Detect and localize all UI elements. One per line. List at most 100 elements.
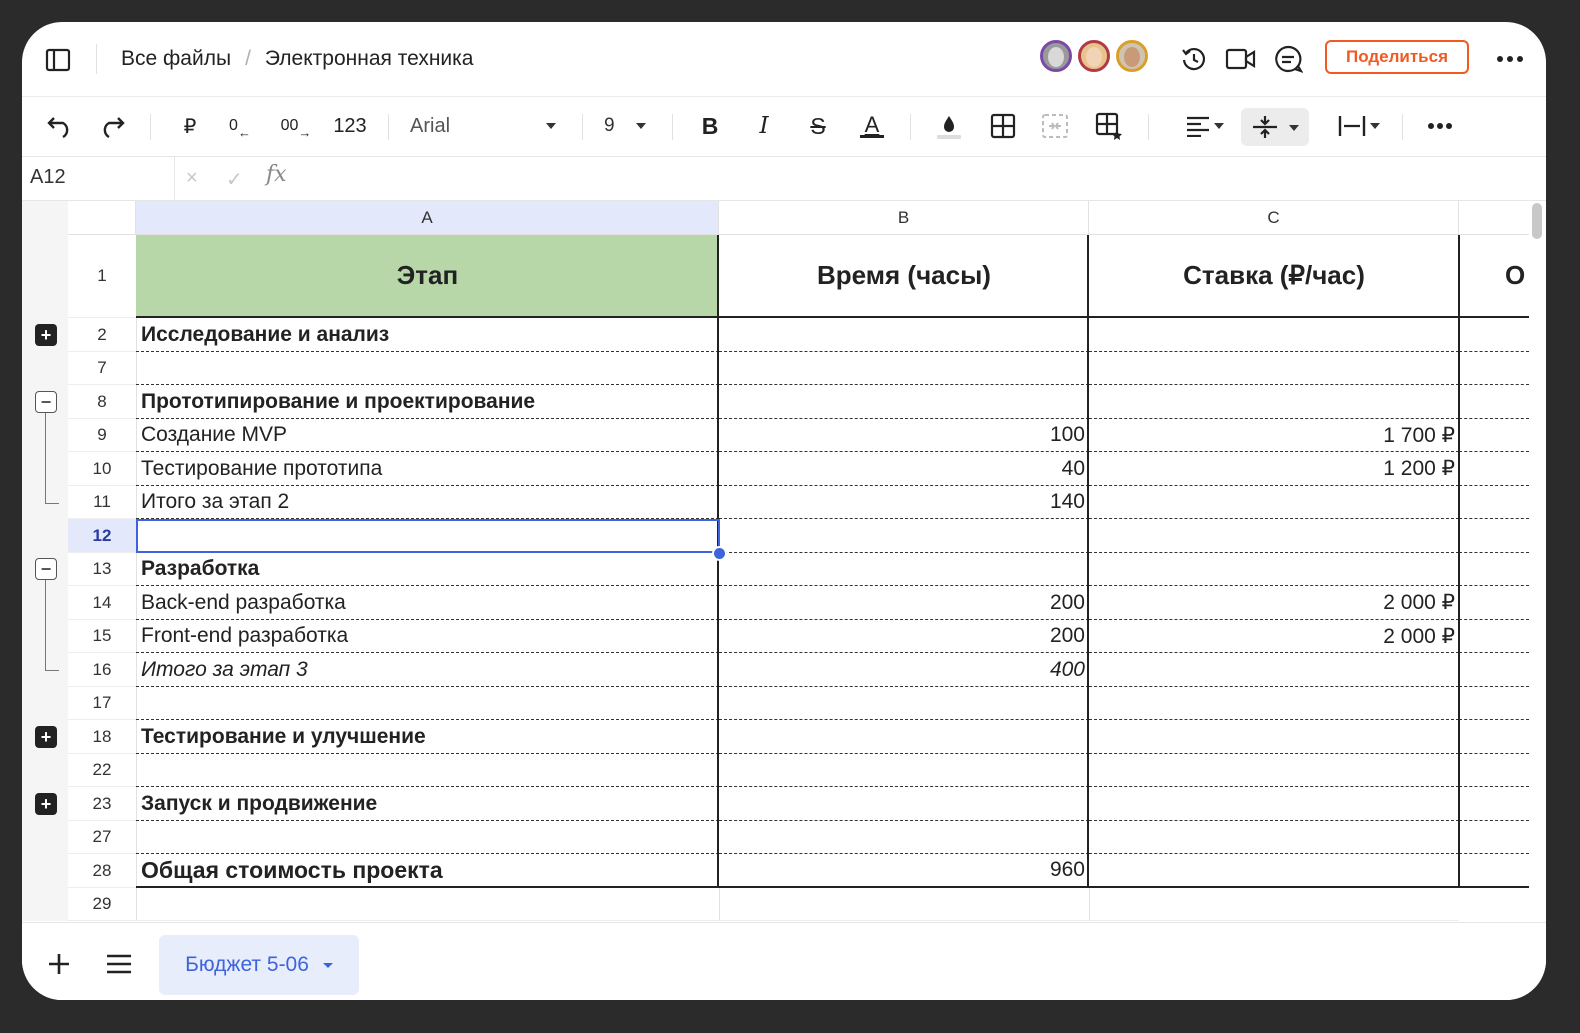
cell[interactable]: Итого за этап 3 (136, 653, 719, 687)
vertical-scrollbar[interactable] (1530, 201, 1544, 241)
cell[interactable] (1459, 754, 1529, 787)
borders-icon[interactable] (986, 110, 1020, 142)
cell[interactable]: Тестирование прототипа (136, 452, 719, 486)
cell[interactable] (719, 385, 1089, 419)
cell[interactable] (136, 352, 719, 385)
cell[interactable] (719, 519, 1089, 553)
cell[interactable] (136, 821, 719, 854)
cell[interactable] (1459, 352, 1529, 385)
cell[interactable]: Общая стоимость проекта (136, 854, 719, 888)
collapse-group-icon[interactable]: − (35, 391, 57, 413)
avatar[interactable] (1116, 40, 1148, 72)
cell[interactable] (719, 888, 1089, 921)
cell[interactable]: 100 (719, 419, 1089, 452)
cell[interactable] (1459, 720, 1529, 754)
cell[interactable] (136, 888, 719, 921)
cell[interactable] (1089, 318, 1459, 352)
cell[interactable] (1089, 352, 1459, 385)
cell[interactable] (1459, 486, 1529, 519)
breadcrumb-current[interactable]: Электронная техника (265, 47, 474, 71)
bold-button[interactable]: B (694, 110, 726, 142)
row-header[interactable]: 14 (68, 586, 136, 620)
fill-handle[interactable] (712, 546, 727, 561)
add-sheet-icon[interactable] (44, 949, 74, 979)
cell[interactable] (1459, 452, 1529, 486)
fill-color-icon[interactable] (932, 110, 966, 142)
collapse-group-icon[interactable]: − (35, 558, 57, 580)
cell[interactable] (1459, 385, 1529, 419)
row-header[interactable]: 1 (68, 235, 136, 318)
cell[interactable]: 200 (719, 620, 1089, 653)
cell[interactable] (1089, 653, 1459, 687)
column-header-b[interactable]: B (719, 201, 1089, 235)
row-header[interactable]: 13 (68, 553, 136, 586)
expand-group-icon[interactable]: + (35, 726, 57, 748)
cell[interactable] (719, 318, 1089, 352)
redo-icon[interactable] (94, 110, 130, 142)
cell[interactable] (1459, 854, 1529, 888)
italic-button[interactable]: I (748, 110, 780, 142)
cell[interactable] (1089, 754, 1459, 787)
cell[interactable] (1459, 687, 1529, 720)
row-header[interactable]: 29 (68, 888, 136, 921)
cell[interactable] (1089, 720, 1459, 754)
cell[interactable]: Этап (136, 235, 719, 318)
cell[interactable]: Прототипирование и проектирование (136, 385, 719, 419)
row-header[interactable]: 17 (68, 687, 136, 720)
vertical-align-button[interactable] (1241, 108, 1309, 146)
cell[interactable] (719, 553, 1089, 586)
font-size-select[interactable]: 9 (604, 110, 654, 142)
cell[interactable]: 960 (719, 854, 1089, 888)
cell[interactable] (719, 821, 1089, 854)
cell[interactable] (1459, 653, 1529, 687)
cell[interactable] (1459, 787, 1529, 821)
cell[interactable]: Исследование и анализ (136, 318, 719, 352)
column-header-c[interactable]: C (1089, 201, 1459, 235)
share-button[interactable]: Поделиться (1325, 40, 1469, 74)
cell[interactable]: Front-end разработка (136, 620, 719, 653)
more-menu-icon[interactable] (1492, 44, 1528, 74)
chevron-down-icon[interactable] (322, 962, 333, 968)
row-header[interactable]: 11 (68, 486, 136, 519)
cell[interactable] (1459, 318, 1529, 352)
font-family-select[interactable]: Arial (410, 110, 560, 142)
avatar[interactable] (1040, 40, 1072, 72)
confirm-edit-icon[interactable]: ✓ (226, 167, 243, 192)
row-header[interactable]: 8 (68, 385, 136, 419)
video-call-icon[interactable] (1223, 42, 1259, 76)
cell[interactable]: 400 (719, 653, 1089, 687)
cell[interactable] (1089, 888, 1459, 921)
avatar[interactable] (1078, 40, 1110, 72)
cell[interactable] (1089, 787, 1459, 821)
cell[interactable] (1459, 586, 1529, 620)
column-header-a[interactable]: A (136, 201, 719, 235)
cell[interactable] (719, 352, 1089, 385)
function-icon[interactable]: fx (266, 162, 287, 187)
sidebar-toggle-icon[interactable] (42, 44, 74, 76)
cell[interactable] (1089, 821, 1459, 854)
cell[interactable] (719, 754, 1089, 787)
cell[interactable]: 2 000 ₽ (1089, 586, 1459, 620)
text-color-button[interactable]: A (856, 110, 888, 142)
sheet-list-icon[interactable] (104, 949, 134, 979)
cell[interactable] (1089, 854, 1459, 888)
column-header-d[interactable] (1459, 201, 1529, 235)
row-header[interactable]: 2 (68, 318, 136, 352)
cell[interactable]: Создание MVP (136, 419, 719, 452)
cell[interactable]: Разработка (136, 553, 719, 586)
expand-group-icon[interactable]: + (35, 793, 57, 815)
cell[interactable]: Запуск и продвижение (136, 787, 719, 821)
row-header[interactable]: 22 (68, 754, 136, 787)
cell[interactable]: Время (часы) (719, 235, 1089, 318)
currency-format-button[interactable]: ₽ (174, 110, 206, 142)
breadcrumb-root[interactable]: Все файлы (121, 47, 231, 71)
conditional-format-icon[interactable] (1092, 110, 1126, 142)
cell[interactable]: 200 (719, 586, 1089, 620)
number-format-button[interactable]: 123 (330, 110, 370, 142)
cell[interactable] (136, 754, 719, 787)
cell[interactable] (1459, 821, 1529, 854)
strikethrough-button[interactable]: S (802, 110, 834, 142)
cell[interactable] (1089, 385, 1459, 419)
cell[interactable]: 40 (719, 452, 1089, 486)
cell[interactable]: Тестирование и улучшение (136, 720, 719, 754)
